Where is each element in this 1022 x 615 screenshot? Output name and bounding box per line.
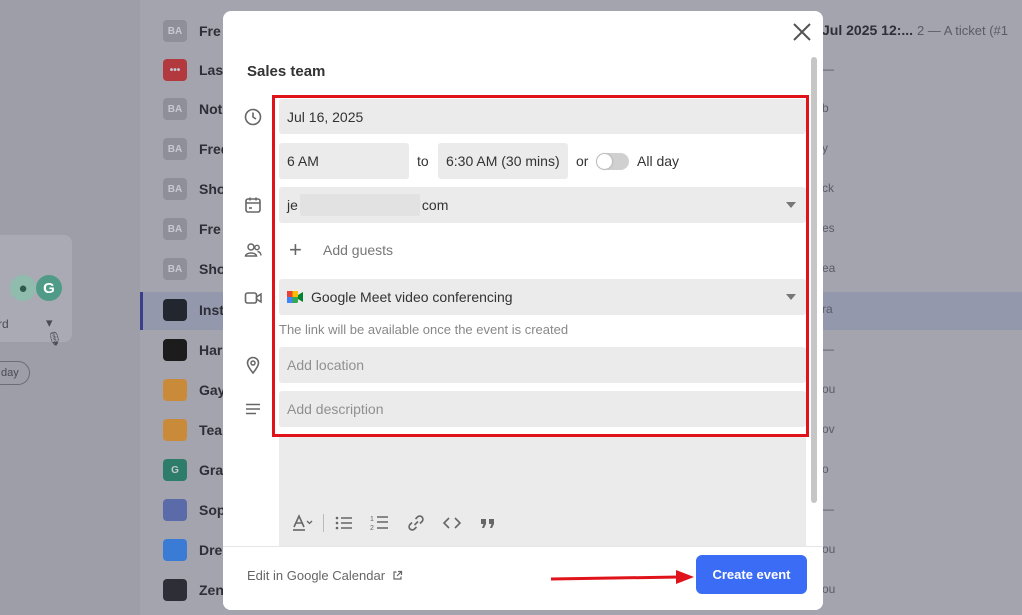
- highlight-annotation-box: [272, 95, 809, 437]
- background-top-right: Jul 2025 12:... 2 — A ticket (#1: [822, 22, 1008, 38]
- avatar: [163, 499, 187, 521]
- row-name: Dre: [199, 542, 223, 558]
- row-snippet: ea: [822, 261, 836, 275]
- background-row: Gay: [163, 378, 225, 402]
- location-pin-icon: [246, 356, 260, 375]
- background-row: Zen: [163, 578, 224, 602]
- description-editor-area[interactable]: [279, 436, 806, 554]
- external-link-icon: [393, 570, 402, 580]
- description-icon: [246, 403, 260, 415]
- bullet-list-icon[interactable]: [332, 513, 356, 533]
- grammarly-icon: G: [36, 275, 62, 301]
- row-name: Har: [199, 342, 223, 358]
- row-name: Sho: [199, 181, 226, 197]
- row-name: Inst: [199, 302, 224, 318]
- row-name: Zen: [199, 582, 224, 598]
- numbered-list-icon[interactable]: 12: [368, 513, 392, 533]
- background-extension-card: ● G rd ▾ 🎙: [0, 235, 72, 346]
- row-name: Not: [199, 101, 223, 117]
- row-name: Sho: [199, 261, 226, 277]
- background-row: ••• Last: [163, 58, 228, 82]
- card-label: rd: [0, 317, 9, 331]
- row-snippet: —: [822, 502, 834, 516]
- background-row: BA Fred: [163, 137, 229, 161]
- avatar: [163, 299, 187, 321]
- row-snippet: —: [822, 342, 834, 356]
- row-snippet: o: [822, 462, 829, 476]
- row-snippet: ou: [822, 542, 836, 556]
- row-name: Gra: [199, 462, 224, 478]
- toolbar-divider: [323, 514, 324, 532]
- background-row: BA Fre: [163, 217, 221, 241]
- row-snippet: ou: [822, 582, 836, 596]
- row-snippet: ou: [822, 382, 836, 396]
- background-row: BA Sho: [163, 257, 225, 281]
- create-event-button[interactable]: Create event: [696, 555, 807, 594]
- row-name: Fre: [199, 221, 221, 237]
- link-icon[interactable]: [404, 513, 428, 533]
- avatar: BA: [163, 138, 187, 160]
- svg-text:1: 1: [370, 516, 374, 523]
- row-snippet: ra: [822, 302, 833, 316]
- background-row: Dre: [163, 538, 222, 562]
- modal-scrollbar[interactable]: [811, 57, 817, 503]
- row-snippet: ov: [822, 422, 835, 436]
- arrow-annotation-icon: [550, 570, 694, 584]
- row-snippet: b: [822, 101, 829, 115]
- background-pill: day: [0, 361, 30, 385]
- quote-icon[interactable]: [476, 513, 500, 533]
- background-row: BA Sho: [163, 177, 225, 201]
- avatar: BA: [163, 98, 187, 120]
- row-snippet: ck: [822, 181, 834, 195]
- background-row: Sop: [163, 498, 225, 522]
- background-subtitle: 2 — A ticket (#1: [916, 23, 1008, 38]
- row-name: Sop: [199, 502, 226, 518]
- clock-icon: [244, 108, 262, 126]
- background-row: Tea: [163, 418, 222, 442]
- avatar: [163, 419, 187, 441]
- microphone-icon: ▾ 🎙: [46, 315, 63, 346]
- calendar-icon: [245, 197, 261, 213]
- close-icon[interactable]: [789, 19, 815, 45]
- avatar: G: [163, 459, 187, 481]
- avatar: BA: [163, 178, 187, 200]
- row-snippet: —: [822, 62, 834, 76]
- background-row: G Gra: [163, 458, 223, 482]
- row-name: Tea: [199, 422, 223, 438]
- avatar: BA: [163, 20, 187, 42]
- background-row: Inst: [163, 298, 224, 322]
- row-snippet: es: [822, 221, 835, 235]
- avatar: [163, 539, 187, 561]
- background-title: Jul 2025 12:...: [822, 22, 914, 38]
- edit-in-google-calendar-link[interactable]: Edit in Google Calendar: [247, 568, 403, 583]
- background-row: BA Fre: [163, 19, 221, 43]
- lightbulb-icon: ●: [10, 275, 36, 301]
- video-icon: [244, 292, 262, 304]
- row-name: Gay: [199, 382, 226, 398]
- guests-icon: [244, 243, 262, 257]
- modal-title: Sales team: [247, 63, 326, 80]
- avatar: •••: [163, 59, 187, 81]
- edit-link-label: Edit in Google Calendar: [247, 568, 386, 583]
- avatar: BA: [163, 218, 187, 240]
- svg-text:2: 2: [370, 525, 374, 532]
- avatar: [163, 579, 187, 601]
- text-format-icon[interactable]: [291, 513, 315, 533]
- background-row: BA Not: [163, 97, 222, 121]
- avatar: [163, 339, 187, 361]
- row-name: Fre: [199, 23, 221, 39]
- avatar: [163, 379, 187, 401]
- avatar: BA: [163, 258, 187, 280]
- code-icon[interactable]: [440, 513, 464, 533]
- background-row: Har: [163, 338, 222, 362]
